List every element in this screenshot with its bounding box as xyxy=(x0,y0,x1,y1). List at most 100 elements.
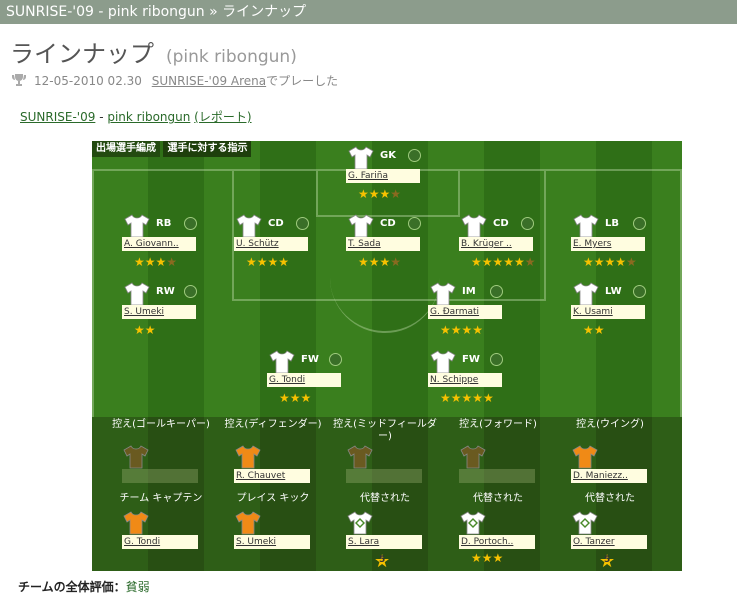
player-rating-stars: ★★★★ xyxy=(358,255,402,269)
player-position: RB xyxy=(156,218,172,229)
status-dot-icon xyxy=(408,217,421,230)
player-card[interactable]: CD T. Sada ★★★★ xyxy=(346,214,426,292)
team-subtitle: (pink ribongun) xyxy=(166,47,297,67)
player-position: RW xyxy=(156,286,175,297)
role-rating: ★★★ xyxy=(471,551,504,565)
player-rating-stars: ★★★ xyxy=(279,391,312,405)
shirt-icon xyxy=(123,511,149,535)
player-name[interactable]: G. Tondi xyxy=(267,373,341,387)
player-name[interactable]: K. Usami xyxy=(571,305,645,319)
player-name[interactable]: T. Sada xyxy=(346,237,420,251)
match-date: 12-05-2010 02.30 xyxy=(34,74,142,88)
player-position: CD xyxy=(268,218,284,229)
role-slot[interactable]: G. Tondi xyxy=(122,511,200,571)
player-card[interactable]: LB E. Myers ★★★★★ xyxy=(571,214,651,292)
status-dot-icon xyxy=(296,217,309,230)
player-name[interactable]: B. Krüger .. xyxy=(459,237,533,251)
player-name[interactable]: G. Ðarmati xyxy=(428,305,502,319)
bench-label: 控え(ゴールキーパー) xyxy=(112,419,210,430)
home-team-link[interactable]: SUNRISE-'09 xyxy=(20,110,95,124)
shirt-icon xyxy=(572,445,598,469)
player-name[interactable]: U. Schütz xyxy=(234,237,308,251)
shirt-icon xyxy=(347,445,373,469)
player-rating-stars: ★★★★ xyxy=(440,323,484,337)
shirt-icon xyxy=(573,214,599,238)
status-dot-icon xyxy=(184,285,197,298)
player-card[interactable]: RB A. Giovann.. ★★★★ xyxy=(122,214,202,292)
shirt-icon xyxy=(236,214,262,238)
shirt-icon xyxy=(123,445,149,469)
breadcrumb: SUNRISE-'09 - pink ribongun » ラインナップ xyxy=(6,4,307,20)
match-meta: 12-05-2010 02.30 SUNRISE-'09 Arenaでプレーした xyxy=(12,72,338,89)
empty-slot xyxy=(346,469,422,483)
player-rating-stars: ★★ xyxy=(583,323,605,337)
status-dot-icon xyxy=(408,149,421,162)
player-card[interactable]: RW S. Umeki ★★ xyxy=(122,282,202,360)
shirt-icon xyxy=(430,282,456,306)
tab-instructions[interactable]: 選手に対する指示 xyxy=(163,141,252,157)
player-position: FW xyxy=(301,354,319,365)
team-rating: チームの全体評価：貧弱 xyxy=(18,578,150,595)
lineup-tabs: 出場選手編成 選手に対する指示 xyxy=(92,141,252,157)
role-label: 代替された xyxy=(360,493,410,504)
player-rating-stars: ★★★★★★ xyxy=(471,255,536,269)
player-card[interactable]: IM G. Ðarmati ★★★★ xyxy=(428,282,508,360)
player-rating-stars: ★★★★★ xyxy=(583,255,637,269)
bench-label: 控え(ウイング) xyxy=(576,419,644,430)
status-dot-icon xyxy=(490,285,503,298)
status-dot-icon xyxy=(184,217,197,230)
role-player-name[interactable]: S. Umeki xyxy=(234,535,310,549)
role-player-name[interactable]: D. Portoch.. xyxy=(459,535,535,549)
shirt-icon xyxy=(235,445,261,469)
empty-slot xyxy=(122,469,198,483)
arena-link[interactable]: SUNRISE-'09 Arena xyxy=(152,74,266,88)
bench-label: 控え(ディフェンダー) xyxy=(224,419,322,430)
match-links: SUNRISE-'09 - pink ribongun (レポート) xyxy=(20,108,252,125)
player-card[interactable]: CD U. Schütz ★★★★ xyxy=(234,214,314,292)
status-dot-icon xyxy=(490,353,503,366)
player-rating-stars: ★★★★ xyxy=(358,187,402,201)
player-rating-stars: ★★★★★ xyxy=(440,391,494,405)
shirt-icon xyxy=(461,214,487,238)
away-team-link[interactable]: pink ribongun xyxy=(107,110,190,124)
role-player-name[interactable]: S. Lara xyxy=(346,535,422,549)
player-position: IM xyxy=(462,286,476,297)
player-card[interactable]: CD B. Krüger .. ★★★★★★ xyxy=(459,214,539,292)
bench-player-name[interactable]: D. Maniezz.. xyxy=(571,469,647,483)
rating-value[interactable]: 貧弱 xyxy=(126,580,150,594)
shirt-icon xyxy=(430,350,456,374)
player-card[interactable]: GK G. Fariña ★★★★ xyxy=(346,146,426,224)
shirt-icon xyxy=(124,214,150,238)
bench-label: 控え(ミッドフィールダー) xyxy=(333,419,437,442)
role-label: 代替された xyxy=(585,493,635,504)
player-name[interactable]: N. Schippe xyxy=(428,373,502,387)
role-label: プレイス キック xyxy=(236,493,310,504)
status-dot-icon xyxy=(521,217,534,230)
player-rating-stars: ★★★★ xyxy=(134,255,178,269)
title-bar: SUNRISE-'09 - pink ribongun » ラインナップ xyxy=(0,0,737,24)
player-rating-stars: ★★ xyxy=(134,323,156,337)
status-dot-icon xyxy=(329,353,342,366)
player-name[interactable]: A. Giovann.. xyxy=(122,237,196,251)
shirt-icon xyxy=(235,511,261,535)
trophy-icon xyxy=(12,74,26,86)
bench-player-name[interactable]: R. Chauvet xyxy=(234,469,310,483)
shirt-icon xyxy=(269,350,295,374)
role-slot[interactable]: S. Umeki xyxy=(234,511,312,571)
player-rating-stars: ★★★★ xyxy=(246,255,290,269)
role-player-name[interactable]: G. Tondi xyxy=(122,535,198,549)
player-name[interactable]: S. Umeki xyxy=(122,305,196,319)
shirt-icon xyxy=(460,445,486,469)
player-card[interactable]: LW K. Usami ★★ xyxy=(571,282,651,360)
bench-label: 控え(フォワード) xyxy=(459,419,537,430)
tab-formation[interactable]: 出場選手編成 xyxy=(92,141,160,157)
report-link[interactable]: (レポート) xyxy=(194,110,251,124)
role-rating: ★ 5 xyxy=(374,551,391,572)
shirt-icon xyxy=(460,511,486,535)
player-name[interactable]: G. Fariña xyxy=(346,169,420,183)
lineup-pitch: 出場選手編成 選手に対する指示 GK G. Fariña ★★★★ RB A. Giov… xyxy=(92,141,682,572)
player-position: FW xyxy=(462,354,480,365)
role-player-name[interactable]: O. Tanzer xyxy=(571,535,647,549)
player-position: LB xyxy=(605,218,619,229)
player-name[interactable]: E. Myers xyxy=(571,237,645,251)
